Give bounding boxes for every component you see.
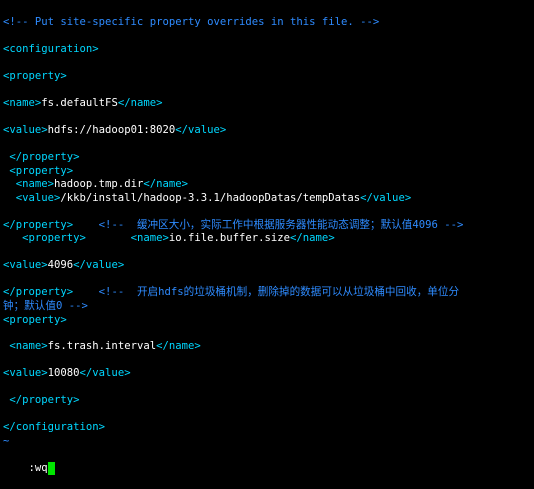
line-4-segment-0: <value> [3,124,48,136]
editor-line-17: </property> [3,394,80,408]
line-1-segment-0: <configuration> [3,43,99,55]
editor-line-13: 钟；默认值0 --> [3,300,88,314]
line-9-segment-1: <!-- 缓冲区大小，实际工作中根据服务器性能动态调整；默认值4096 --> [73,219,464,231]
line-8-segment-2: </value> [360,192,412,204]
line-3-segment-1: fs.defaultFS [41,97,118,109]
editor-line-7: <name>hadoop.tmp.dir</name> [3,178,188,192]
command-text: :wq [28,461,48,474]
line-16-segment-2: </value> [79,367,131,379]
editor-line-4: <value>hdfs://hadoop01:8020</value> [3,124,226,138]
line-12-segment-0: </property> [3,286,74,298]
line-7-segment-2: </name> [143,178,188,190]
line-11-segment-0: <value> [3,259,48,271]
line-10-segment-0: <property> [3,232,86,244]
line-2-segment-0: <property> [3,70,67,82]
line-19-segment-0: ~ [3,435,10,447]
terminal-window[interactable]: <!-- Put site-specific property override… [0,0,534,475]
editor-line-14: <property> [3,314,67,328]
line-10-segment-3: io.file.buffer.size [168,232,291,244]
line-10-segment-2: <name> [130,232,169,244]
line-4-segment-1: hdfs://hadoop01:8020 [47,124,176,136]
line-3-segment-0: <name> [3,97,42,109]
editor-line-8: <value>/kkb/install/hadoop-3.3.1/hadoopD… [3,192,411,206]
line-14-segment-0: <property> [3,314,67,326]
line-13-segment-0: 钟；默认值0 --> [3,300,88,312]
line-8-segment-0: <value> [3,192,61,204]
line-15-segment-1: fs.trash.interval [47,340,157,352]
editor-line-2: <property> [3,70,67,84]
line-11-segment-1: 4096 [47,259,74,271]
editor-line-0: <!-- Put site-specific property override… [3,16,379,30]
line-15-segment-0: <name> [3,340,48,352]
line-10-segment-4: </name> [290,232,335,244]
line-6-segment-0: <property> [3,165,74,177]
line-16-segment-0: <value> [3,367,48,379]
vim-command-line[interactable]: :wq [3,448,55,475]
line-18-segment-0: </configuration> [3,421,106,433]
editor-line-16: <value>10080</value> [3,367,131,381]
editor-line-1: <configuration> [3,43,99,57]
text-cursor [47,461,55,475]
line-9-segment-0: </property> [3,219,74,231]
line-10-segment-1 [86,232,131,244]
editor-line-3: <name>fs.defaultFS</name> [3,97,162,111]
editor-line-9: </property> <!-- 缓冲区大小，实际工作中根据服务器性能动态调整；… [3,219,463,233]
editor-line-10: <property> <name>io.file.buffer.size</na… [3,232,335,246]
line-15-segment-2: </name> [156,340,201,352]
line-11-segment-2: </value> [73,259,125,271]
editor-line-19: ~ [3,435,9,449]
line-3-segment-2: </name> [117,97,163,109]
editor-line-11: <value>4096</value> [3,259,124,273]
line-16-segment-1: 10080 [47,367,80,379]
line-17-segment-0: </property> [3,394,80,406]
editor-line-5: </property> [3,151,80,165]
line-4-segment-2: </value> [175,124,227,136]
editor-line-12: </property> <!-- 开启hdfs的垃圾桶机制，删除掉的数据可以从垃… [3,286,459,300]
line-8-segment-1: /kkb/install/hadoop-3.3.1/hadoopDatas/te… [60,192,361,204]
editor-line-15: <name>fs.trash.interval</name> [3,340,201,354]
editor-line-18: </configuration> [3,421,105,435]
line-7-segment-0: <name> [3,178,55,190]
line-0-segment-0: <!-- Put site-specific property override… [3,16,380,28]
line-5-segment-0: </property> [3,151,80,163]
line-7-segment-1: hadoop.tmp.dir [54,178,144,190]
line-12-segment-1: <!-- 开启hdfs的垃圾桶机制，删除掉的数据可以从垃圾桶中回收，单位分 [73,286,460,298]
editor-line-6: <property> [3,165,73,179]
